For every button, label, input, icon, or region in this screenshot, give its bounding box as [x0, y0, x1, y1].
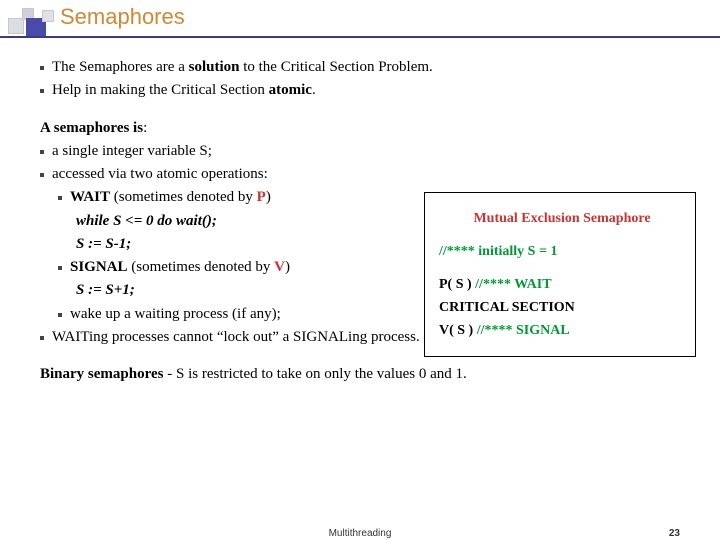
text-green: //**** WAIT [475, 277, 551, 292]
text: The Semaphores are a solution to the Cri… [52, 56, 433, 79]
text-bold: Binary semaphores [40, 366, 163, 382]
text: SIGNAL (sometimes denoted by V) [70, 256, 290, 279]
mutex-box: Mutual Exclusion Semaphore //**** initia… [424, 192, 696, 357]
text-italic: S := S-1; [76, 236, 131, 252]
box-line: P( S ) //**** WAIT [439, 273, 685, 296]
square-icon [42, 10, 54, 22]
text: (sometimes denoted by [110, 189, 257, 205]
bullet-icon [40, 150, 44, 154]
text-italic: S := S+1; [76, 282, 135, 298]
bullet-icon [58, 313, 62, 317]
text: Help in making the Critical Section [52, 82, 269, 98]
header-divider [0, 36, 720, 38]
bullet-icon [58, 196, 62, 200]
box-title: Mutual Exclusion Semaphore [439, 207, 685, 230]
box-line: CRITICAL SECTION [439, 296, 685, 319]
text-bold: WAIT [70, 189, 110, 205]
box-line: V( S ) //**** SIGNAL [439, 319, 685, 342]
text-bold: V( S ) [439, 323, 477, 338]
list-item: a single integer variable S; [40, 140, 690, 163]
subheading: A semaphores is: [40, 117, 690, 140]
text: WAIT (sometimes denoted by P) [70, 186, 271, 209]
text: - S is restricted to take on only the va… [163, 366, 466, 382]
text-green: //**** SIGNAL [477, 323, 570, 338]
text: (sometimes denoted by [128, 259, 275, 275]
text: . [312, 82, 316, 98]
square-icon [8, 18, 24, 34]
text: Help in making the Critical Section atom… [52, 79, 316, 102]
box-line: //**** initially S = 1 [439, 240, 685, 263]
footer-label: Multithreading [0, 528, 720, 539]
text: ) [266, 189, 271, 205]
slide-header: Semaphores [0, 0, 720, 42]
bullet-icon [40, 66, 44, 70]
list-item: The Semaphores are a solution to the Cri… [40, 56, 690, 79]
bullet-icon [58, 266, 62, 270]
slide-title: Semaphores [60, 4, 185, 30]
text-italic: while S <= 0 do wait(); [76, 213, 217, 229]
text-bold: SIGNAL [70, 259, 128, 275]
text-green: //**** initially S = 1 [439, 244, 557, 259]
text-red: P [257, 189, 266, 205]
text-bold: A semaphores is [40, 120, 143, 136]
text-bold: atomic [269, 82, 312, 98]
text-red: V [274, 259, 285, 275]
bullet-icon [40, 336, 44, 340]
bullet-icon [40, 173, 44, 177]
text-red: Mutual Exclusion Semaphore [473, 211, 650, 226]
text: a single integer variable S; [52, 140, 212, 163]
text: accessed via two atomic operations: [52, 163, 268, 186]
text: to the Critical Section Problem. [239, 59, 432, 75]
bullet-icon [40, 89, 44, 93]
text: ) [285, 259, 290, 275]
text-bold: CRITICAL SECTION [439, 300, 575, 315]
text-bold: P( S ) [439, 277, 475, 292]
list-item: Help in making the Critical Section atom… [40, 79, 690, 102]
text: wake up a waiting process (if any); [70, 303, 281, 326]
page-number: 23 [669, 528, 680, 539]
text: WAITing processes cannot “lock out” a SI… [52, 326, 420, 349]
text: The Semaphores are a [52, 59, 189, 75]
list-item: accessed via two atomic operations: [40, 163, 690, 186]
text-bold: solution [189, 59, 240, 75]
text: Binary semaphores - S is restricted to t… [40, 363, 690, 386]
